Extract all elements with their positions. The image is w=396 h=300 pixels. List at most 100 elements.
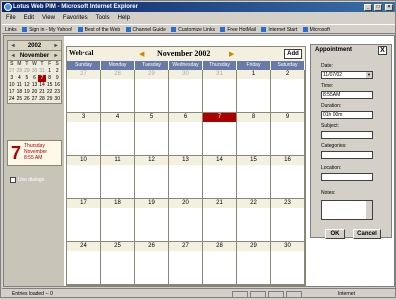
day-number[interactable]: 11 <box>101 156 134 165</box>
day-cell[interactable]: 29 <box>135 70 169 113</box>
mini-day[interactable]: 20 <box>31 89 39 96</box>
use-dialogs[interactable]: Use dialogs <box>10 176 44 184</box>
link-microsoft[interactable]: Microsoft <box>302 25 330 33</box>
day-cell[interactable]: 30 <box>169 70 203 113</box>
mini-day[interactable]: 31 <box>38 68 46 75</box>
day-cell[interactable]: 19 <box>135 199 169 242</box>
day-cell[interactable]: 20 <box>169 199 203 242</box>
day-number[interactable]: 23 <box>271 199 304 208</box>
day-cell[interactable]: 17 <box>67 199 101 242</box>
day-number[interactable]: 22 <box>237 199 270 208</box>
mini-day[interactable]: 13 <box>31 82 39 89</box>
day-number[interactable]: 25 <box>101 242 134 251</box>
day-cell[interactable]: 10 <box>67 156 101 199</box>
prev-year-icon[interactable]: ◂ <box>9 41 17 51</box>
date-select[interactable]: 11/07/02 ▼ <box>321 71 373 79</box>
mini-day[interactable]: 22 <box>46 89 54 96</box>
cancel-button[interactable]: Cancel <box>353 229 381 239</box>
day-cell[interactable]: 2 <box>271 70 305 113</box>
mini-day[interactable]: 25 <box>16 96 24 103</box>
mini-day[interactable]: 4 <box>16 75 24 82</box>
mini-day[interactable]: 1 <box>46 68 54 75</box>
menu-view[interactable]: View <box>38 13 59 23</box>
day-cell[interactable]: 8 <box>237 113 271 156</box>
day-number[interactable]: 9 <box>271 113 304 122</box>
mini-day[interactable]: 17 <box>8 89 16 96</box>
day-number[interactable]: 10 <box>67 156 100 165</box>
day-cell[interactable]: 21 <box>203 199 237 242</box>
day-number[interactable]: 2 <box>271 70 304 79</box>
day-cell[interactable]: 22 <box>237 199 271 242</box>
day-number[interactable]: 3 <box>67 113 100 122</box>
next-month-arrow-icon[interactable]: ▶ <box>229 50 234 58</box>
day-number[interactable]: 8 <box>237 113 270 122</box>
next-year-icon[interactable]: ▸ <box>52 41 60 51</box>
mini-day[interactable]: 28 <box>16 68 24 75</box>
day-number[interactable]: 19 <box>135 199 168 208</box>
mini-day[interactable]: 12 <box>23 82 31 89</box>
mini-day[interactable]: 8 <box>46 75 54 82</box>
day-number[interactable]: 15 <box>237 156 270 165</box>
notes-scrollbar[interactable] <box>366 201 372 219</box>
day-cell[interactable]: 27 <box>169 242 203 285</box>
mini-day[interactable]: 29 <box>23 68 31 75</box>
close-button[interactable]: × <box>385 4 393 11</box>
mini-day[interactable]: 23 <box>53 89 61 96</box>
mini-day[interactable]: 15 <box>46 82 54 89</box>
day-number[interactable]: 30 <box>271 242 304 251</box>
subject-field[interactable] <box>321 131 373 139</box>
mini-day[interactable]: 14 <box>38 82 46 89</box>
menu-edit[interactable]: Edit <box>20 13 38 23</box>
link-free-hotmail[interactable]: Free HotMail <box>220 25 256 33</box>
day-cell[interactable]: 16 <box>271 156 305 199</box>
link-my-yahoo[interactable]: Sign in - My Yahoo! <box>22 25 72 33</box>
day-number[interactable]: 16 <box>271 156 304 165</box>
dropdown-arrow-icon[interactable]: ▼ <box>366 72 372 78</box>
day-cell[interactable]: 12 <box>135 156 169 199</box>
day-cell[interactable]: 24 <box>67 242 101 285</box>
day-number[interactable]: 17 <box>67 199 100 208</box>
day-number[interactable]: 21 <box>203 199 236 208</box>
day-cell[interactable]: 25 <box>101 242 135 285</box>
day-number[interactable]: 5 <box>135 113 168 122</box>
ok-button[interactable]: OK <box>325 229 345 239</box>
add-button[interactable]: Add <box>284 49 302 59</box>
day-cell[interactable]: 6 <box>169 113 203 156</box>
prev-month-icon[interactable]: ◂ <box>9 51 17 61</box>
day-cell[interactable]: 14 <box>203 156 237 199</box>
mini-day[interactable]: 7 <box>38 75 46 82</box>
day-number[interactable]: 20 <box>169 199 202 208</box>
day-number[interactable]: 30 <box>169 70 202 79</box>
mini-day[interactable]: 30 <box>31 68 39 75</box>
mini-day[interactable]: 26 <box>23 96 31 103</box>
appointment-close-button[interactable]: X <box>378 46 387 55</box>
mini-day[interactable]: 16 <box>53 82 61 89</box>
menu-help[interactable]: Help <box>114 13 134 23</box>
prev-month-arrow-icon[interactable]: ◀ <box>139 50 144 58</box>
day-number[interactable]: 14 <box>203 156 236 165</box>
day-number[interactable]: 12 <box>135 156 168 165</box>
day-number[interactable]: 29 <box>237 242 270 251</box>
notes-textarea[interactable] <box>321 200 373 220</box>
day-number[interactable]: 27 <box>67 70 100 79</box>
day-cell[interactable]: 31 <box>203 70 237 113</box>
mini-day[interactable]: 6 <box>31 75 39 82</box>
minimize-button[interactable]: _ <box>364 4 372 11</box>
day-number[interactable]: 27 <box>169 242 202 251</box>
day-cell[interactable]: 4 <box>101 113 135 156</box>
day-cell[interactable]: 9 <box>271 113 305 156</box>
maximize-button[interactable]: □ <box>374 4 382 11</box>
day-number[interactable]: 13 <box>169 156 202 165</box>
day-number[interactable]: 6 <box>169 113 202 122</box>
next-month-icon[interactable]: ▸ <box>52 51 60 61</box>
mini-day[interactable]: 19 <box>23 89 31 96</box>
day-cell[interactable]: 30 <box>271 242 305 285</box>
mini-day[interactable]: 27 <box>31 96 39 103</box>
day-number[interactable]: 24 <box>67 242 100 251</box>
mini-day[interactable]: 18 <box>16 89 24 96</box>
day-cell[interactable]: 28 <box>101 70 135 113</box>
mini-day[interactable]: 3 <box>8 75 16 82</box>
day-number[interactable]: 7 <box>203 113 236 122</box>
day-number[interactable]: 28 <box>203 242 236 251</box>
mini-day[interactable]: 9 <box>53 75 61 82</box>
